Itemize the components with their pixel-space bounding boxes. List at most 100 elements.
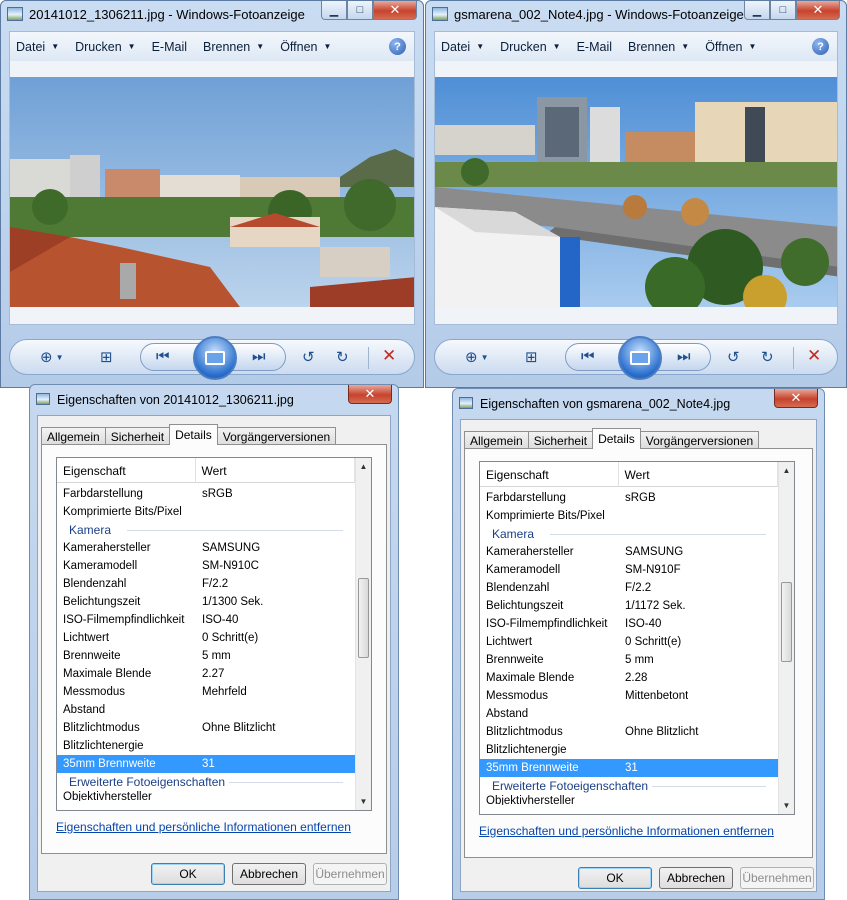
dialog-close-button[interactable]: ✕ [348, 385, 392, 404]
photo-left[interactable] [10, 77, 414, 307]
help-icon[interactable]: ? [389, 38, 406, 55]
property-row[interactable]: Blendenzahl F/2.2 [480, 579, 778, 597]
property-row[interactable]: Blitzlichtmodus Ohne Blitzlicht [57, 719, 355, 737]
property-row[interactable]: Messmodus Mittenbetont [480, 687, 778, 705]
photo-right[interactable] [435, 77, 837, 307]
property-row[interactable]: Brennweite 5 mm [480, 651, 778, 669]
menu-datei[interactable]: Datei ▼ [16, 40, 59, 54]
apply-button[interactable]: Übernehmen [313, 863, 387, 885]
menu-oeffnen[interactable]: Öffnen ▼ [280, 40, 331, 54]
slideshow-button[interactable] [193, 336, 237, 380]
property-row[interactable]: Abstand [480, 705, 778, 723]
property-row[interactable]: Maximale Blende 2.27 [57, 665, 355, 683]
property-group-header[interactable]: Erweiterte Fotoeigenschaften [480, 777, 778, 795]
property-row[interactable]: Farbdarstellung sRGB [57, 485, 355, 503]
dialog-close-button[interactable]: ✕ [774, 389, 818, 408]
column-header-property[interactable]: Eigenschaft [480, 462, 619, 487]
tab-allgemein[interactable]: Allgemein [464, 431, 529, 449]
tab-allgemein[interactable]: Allgemein [41, 427, 106, 445]
next-button[interactable]: ⏭ [677, 348, 691, 365]
zoom-button[interactable]: ⊕ ▼ [465, 348, 489, 366]
property-row[interactable]: Kameramodell SM-N910F [480, 561, 778, 579]
delete-button[interactable]: ✕ [382, 346, 396, 366]
tab-details[interactable]: Details [592, 428, 641, 449]
property-row[interactable]: ISO-Filmempfindlichkeit ISO-40 [480, 615, 778, 633]
photo-viewer-app-icon[interactable] [7, 7, 23, 21]
viewer-titlebar[interactable]: 20141012_1306211.jpg - Windows-Fotoanzei… [1, 1, 423, 29]
property-row[interactable]: Blitzlichtmodus Ohne Blitzlicht [480, 723, 778, 741]
delete-button[interactable]: ✕ [807, 346, 821, 366]
rotate-counterclockwise-button[interactable]: ↺ [302, 348, 315, 366]
property-row[interactable]: Objektivhersteller [480, 795, 778, 805]
help-icon[interactable]: ? [812, 38, 829, 55]
property-row[interactable]: Brennweite 5 mm [57, 647, 355, 665]
remove-properties-link[interactable]: Eigenschaften und persönliche Informatio… [56, 820, 351, 834]
tab-vorgaengerversionen[interactable]: Vorgängerversionen [639, 431, 760, 449]
scroll-down-arrow[interactable]: ▼ [356, 793, 371, 810]
menu-email[interactable]: E-Mail [152, 40, 187, 54]
menu-drucken[interactable]: Drucken ▼ [500, 40, 560, 54]
menu-datei[interactable]: Datei ▼ [441, 40, 484, 54]
property-row[interactable]: Objektivhersteller [57, 791, 355, 801]
property-group-header[interactable]: Kamera [480, 525, 778, 543]
property-row[interactable]: Kamerahersteller SAMSUNG [57, 539, 355, 557]
scroll-down-arrow[interactable]: ▼ [779, 797, 794, 814]
minimize-button[interactable]: ▁ [744, 1, 770, 20]
property-list[interactable]: Eigenschaft Wert Farbdarstellung sRGB Komp… [56, 457, 372, 811]
property-row[interactable]: Kamerahersteller SAMSUNG [480, 543, 778, 561]
tab-sicherheit[interactable]: Sicherheit [527, 431, 594, 449]
tab-sicherheit[interactable]: Sicherheit [104, 427, 171, 445]
slideshow-button[interactable] [618, 336, 662, 380]
zoom-button[interactable]: ⊕ ▼ [40, 348, 64, 366]
property-row[interactable]: Lichtwert 0 Schritt(e) [57, 629, 355, 647]
next-button[interactable]: ⏭ [252, 348, 266, 365]
property-row-selected[interactable]: 35mm Brennweite 31 [480, 759, 778, 777]
previous-button[interactable]: ⏮ [156, 348, 170, 365]
photo-viewer-app-icon[interactable] [432, 7, 448, 21]
close-button[interactable]: ✕ [373, 1, 417, 20]
cancel-button[interactable]: Abbrechen [232, 863, 306, 885]
property-row[interactable]: Blitzlichtenergie [57, 737, 355, 755]
property-row[interactable]: ISO-Filmempfindlichkeit ISO-40 [57, 611, 355, 629]
list-scrollbar[interactable]: ▲ ▼ [778, 462, 794, 814]
property-row[interactable]: Messmodus Mehrfeld [57, 683, 355, 701]
property-row[interactable]: Kameramodell SM-N910C [57, 557, 355, 575]
property-row[interactable]: Blendenzahl F/2.2 [57, 575, 355, 593]
menu-brennen[interactable]: Brennen ▼ [203, 40, 264, 54]
property-row[interactable]: Blitzlichtenergie [480, 741, 778, 759]
rotate-clockwise-button[interactable]: ↻ [761, 348, 774, 366]
close-button[interactable]: ✕ [796, 1, 840, 20]
scroll-up-arrow[interactable]: ▲ [779, 462, 794, 479]
remove-properties-link[interactable]: Eigenschaften und persönliche Informatio… [479, 824, 774, 838]
property-group-header[interactable]: Kamera [57, 521, 355, 539]
list-scrollbar[interactable]: ▲ ▼ [355, 458, 371, 810]
property-group-header[interactable]: Erweiterte Fotoeigenschaften [57, 773, 355, 791]
property-row[interactable]: Komprimierte Bits/Pixel [57, 503, 355, 521]
property-row[interactable]: Komprimierte Bits/Pixel [480, 507, 778, 525]
property-row[interactable]: Belichtungszeit 1/1172 Sek. [480, 597, 778, 615]
tab-details[interactable]: Details [169, 424, 218, 445]
property-row[interactable]: Lichtwert 0 Schritt(e) [480, 633, 778, 651]
cancel-button[interactable]: Abbrechen [659, 867, 733, 889]
property-row[interactable]: Maximale Blende 2.28 [480, 669, 778, 687]
scroll-thumb[interactable] [781, 582, 792, 662]
maximize-button[interactable]: □ [770, 1, 796, 20]
maximize-button[interactable]: □ [347, 1, 373, 20]
minimize-button[interactable]: ▁ [321, 1, 347, 20]
property-row[interactable]: Belichtungszeit 1/1300 Sek. [57, 593, 355, 611]
rotate-clockwise-button[interactable]: ↻ [336, 348, 349, 366]
menu-email[interactable]: E-Mail [577, 40, 612, 54]
property-row-selected[interactable]: 35mm Brennweite 31 [57, 755, 355, 773]
scroll-up-arrow[interactable]: ▲ [356, 458, 371, 475]
column-header-value[interactable]: Wert [619, 462, 778, 487]
fit-to-window-button[interactable]: ⊞ [100, 348, 113, 366]
ok-button[interactable]: OK [578, 867, 652, 889]
apply-button[interactable]: Übernehmen [740, 867, 814, 889]
column-header-value[interactable]: Wert [196, 458, 355, 483]
property-row[interactable]: Abstand [57, 701, 355, 719]
scroll-thumb[interactable] [358, 578, 369, 658]
viewer-titlebar[interactable]: gsmarena_002_Note4.jpg - Windows-Fotoanz… [426, 1, 846, 29]
rotate-counterclockwise-button[interactable]: ↺ [727, 348, 740, 366]
previous-button[interactable]: ⏮ [581, 348, 595, 365]
menu-drucken[interactable]: Drucken ▼ [75, 40, 135, 54]
